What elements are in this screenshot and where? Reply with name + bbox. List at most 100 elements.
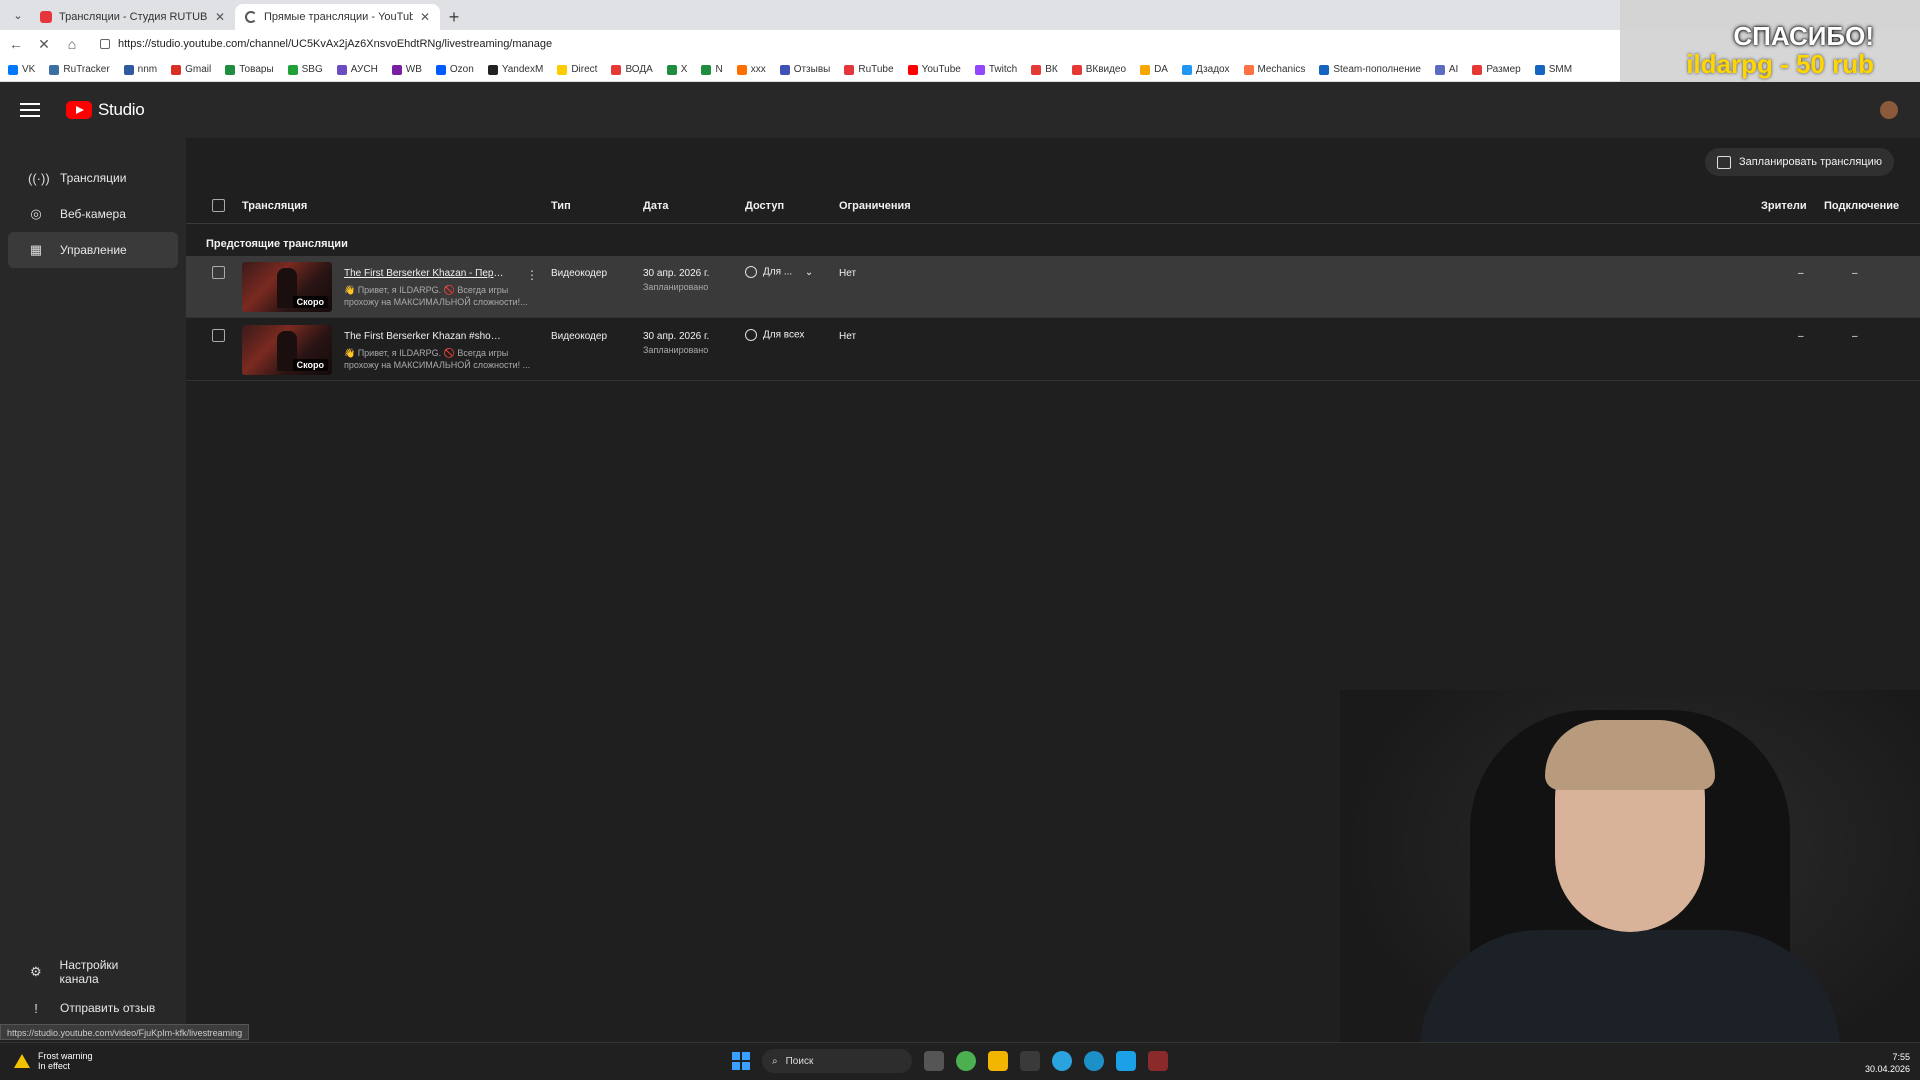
sidebar-item-send-feedback[interactable]: ! Отправить отзыв	[8, 990, 178, 1026]
bookmark-yandexm[interactable]: YandexM	[487, 64, 543, 75]
access-value: Для ...	[763, 266, 793, 278]
bookmark-favicon-icon	[287, 64, 298, 75]
close-tab-icon[interactable]: ✕	[215, 10, 225, 24]
new-tab-button[interactable]: +	[440, 4, 468, 30]
warning-icon	[14, 1054, 30, 1068]
stream-title-link[interactable]: The First Berserker Khazan #short...	[344, 331, 504, 342]
telegram-icon[interactable]	[1052, 1051, 1072, 1071]
weather-subtitle: In effect	[38, 1061, 70, 1071]
chat-app-icon[interactable]	[1116, 1051, 1136, 1071]
bookmark-voda[interactable]: ВОДА	[611, 64, 653, 75]
bookmark-otzyvy[interactable]: Отзывы	[779, 64, 830, 75]
table-row[interactable]: Скоро The First Berserker Khazan #short.…	[186, 319, 1920, 381]
row-checkbox[interactable]	[212, 329, 225, 342]
site-info-icon[interactable]	[100, 39, 110, 49]
weather-title: Frost warning	[38, 1051, 93, 1061]
bookmark-n[interactable]: N	[701, 64, 723, 75]
access-value: Для всех	[763, 329, 805, 341]
access-dropdown[interactable]: Для ... ⌄	[745, 266, 813, 278]
column-header-type[interactable]: Тип	[551, 200, 571, 212]
rutube-favicon-icon	[40, 11, 52, 23]
search-placeholder: Поиск	[785, 1055, 814, 1067]
bookmark-ausn[interactable]: АУСН	[336, 64, 378, 75]
bookmark-favicon-icon	[1140, 64, 1151, 75]
stream-title-link[interactable]: The First Berserker Khazan - Перв...	[344, 268, 504, 279]
bookmark-rutube[interactable]: RuTube	[844, 64, 894, 75]
edge-icon[interactable]	[1084, 1051, 1104, 1071]
row-checkbox[interactable]	[212, 266, 225, 279]
bookmark-razmer[interactable]: Размер	[1472, 64, 1521, 75]
upcoming-badge: Скоро	[292, 359, 328, 371]
calculator-icon[interactable]	[1020, 1051, 1040, 1071]
home-icon[interactable]: ⌂	[64, 36, 80, 52]
column-header-connection[interactable]: Подключение	[1824, 200, 1899, 212]
column-header-access[interactable]: Доступ	[745, 200, 784, 212]
bookmark-ozon[interactable]: Ozon	[435, 64, 474, 75]
clock-date: 30.04.2026	[1864, 1064, 1910, 1074]
file-explorer-icon[interactable]	[988, 1051, 1008, 1071]
bookmark-dzadoh[interactable]: Дзадох	[1181, 64, 1230, 75]
close-tab-icon[interactable]: ✕	[420, 10, 430, 24]
browser-tab-rutube[interactable]: Трансляции - Студия RUTUBE ✕	[30, 4, 235, 30]
bookmark-direct[interactable]: Direct	[557, 64, 597, 75]
game-app-icon[interactable]	[1148, 1051, 1168, 1071]
column-header-viewers[interactable]: Зрители	[1761, 200, 1807, 212]
back-icon[interactable]: ←	[8, 36, 24, 52]
stream-thumbnail[interactable]: Скоро	[242, 325, 332, 375]
bookmark-favicon-icon	[49, 64, 60, 75]
bookmark-wb[interactable]: WB	[391, 64, 422, 75]
task-view-icon[interactable]	[924, 1051, 944, 1071]
chrome-icon[interactable]	[956, 1051, 976, 1071]
menu-icon[interactable]	[20, 103, 40, 117]
browser-tab-youtube-studio[interactable]: Прямые трансляции - YouTube St ✕	[235, 4, 440, 30]
gear-icon: ⚙	[29, 964, 42, 979]
column-header-stream[interactable]: Трансляция	[242, 200, 307, 212]
sidebar-item-manage[interactable]: ▦ Управление	[8, 232, 178, 268]
stream-thumbnail[interactable]: Скоро	[242, 262, 332, 312]
bookmark-sbg[interactable]: SBG	[287, 64, 323, 75]
account-avatar[interactable]	[1880, 101, 1898, 119]
bookmark-vkvideo[interactable]: ВКвидео	[1071, 64, 1126, 75]
sidebar-item-streams[interactable]: ((·)) Трансляции	[8, 160, 178, 196]
bookmark-steam[interactable]: Steam-пополнение	[1319, 64, 1421, 75]
sidebar-item-label: Управление	[60, 243, 127, 257]
bookmark-twitch[interactable]: Twitch	[974, 64, 1017, 75]
select-all-checkbox[interactable]	[212, 199, 225, 212]
bookmark-mechanics[interactable]: Mechanics	[1243, 64, 1305, 75]
bookmark-favicon-icon	[225, 64, 236, 75]
bookmark-gmail[interactable]: Gmail	[171, 64, 211, 75]
taskbar-search[interactable]: ⌕ Поиск	[762, 1049, 912, 1073]
bookmark-favicon-icon	[435, 64, 446, 75]
system-tray-clock[interactable]: 7:55 30.04.2026	[1865, 1051, 1910, 1075]
sidebar-item-channel-settings[interactable]: ⚙ Настройки канала	[8, 954, 178, 990]
bookmark-favicon-icon	[974, 64, 985, 75]
bookmark-favicon-icon	[1472, 64, 1483, 75]
weather-widget[interactable]: Frost warning In effect	[14, 1051, 93, 1071]
link-hover-status: https://studio.youtube.com/video/FjuKpIm…	[0, 1024, 250, 1040]
bookmark-rutracker[interactable]: RuTracker	[49, 64, 110, 75]
calendar-icon: ▦	[29, 242, 43, 257]
stop-loading-icon[interactable]: ✕	[36, 36, 52, 53]
more-options-icon[interactable]: ⋮	[526, 268, 538, 282]
table-row[interactable]: Скоро The First Berserker Khazan - Перв.…	[186, 256, 1920, 318]
schedule-stream-button[interactable]: Запланировать трансляцию	[1704, 148, 1894, 176]
bookmark-tovary[interactable]: Товары	[225, 64, 274, 75]
column-header-restrictions[interactable]: Ограничения	[839, 200, 911, 212]
bookmark-nnm[interactable]: nnm	[123, 64, 157, 75]
bookmark-vk2[interactable]: ВК	[1031, 64, 1058, 75]
bookmark-da[interactable]: DA	[1140, 64, 1168, 75]
column-header-date[interactable]: Дата	[643, 200, 668, 212]
bookmark-x[interactable]: X	[666, 64, 687, 75]
bookmark-smm[interactable]: SMM	[1534, 64, 1572, 75]
bookmark-youtube[interactable]: YouTube	[907, 64, 961, 75]
tab-list-icon[interactable]: ⌄	[6, 3, 30, 27]
bookmark-ai[interactable]: AI	[1434, 64, 1458, 75]
bookmark-xxx[interactable]: xxx	[736, 64, 766, 75]
sidebar-item-webcam[interactable]: ◎ Веб-камера	[8, 196, 178, 232]
bookmark-vk[interactable]: VK	[8, 64, 35, 75]
connection-value: –	[1852, 331, 1858, 342]
start-icon[interactable]	[732, 1052, 750, 1070]
studio-logo[interactable]: Studio	[66, 100, 145, 120]
search-icon: ⌕	[772, 1055, 778, 1067]
restrictions-value: Нет	[839, 331, 857, 342]
